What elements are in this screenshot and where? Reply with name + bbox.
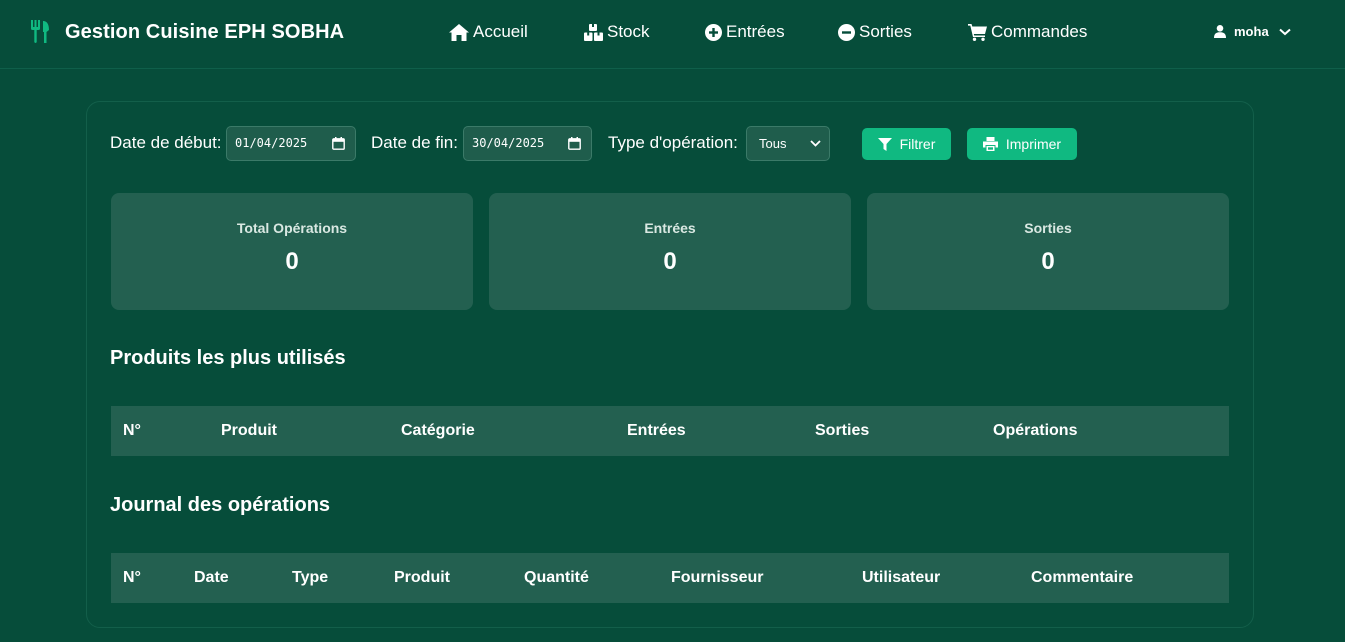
start-date-label: Date de début: xyxy=(110,133,222,152)
column-header[interactable]: Fournisseur xyxy=(671,569,763,587)
nav-commandes[interactable]: Commandes xyxy=(968,22,1087,42)
filter-button-label: Filtrer xyxy=(899,136,936,152)
column-header[interactable]: Catégorie xyxy=(401,422,475,440)
nav-accueil[interactable]: Accueil xyxy=(449,22,528,42)
end-date-value: 30/04/2025 xyxy=(472,136,545,150)
end-date-label: Date de fin: xyxy=(371,133,458,152)
stat-label: Sorties xyxy=(1024,220,1072,236)
operation-type-label: Type d'opération: xyxy=(608,133,738,152)
column-header[interactable]: Date xyxy=(194,569,229,587)
stat-label: Entrées xyxy=(644,220,696,236)
start-date-input[interactable]: 01/04/2025 xyxy=(226,126,356,161)
column-header[interactable]: Commentaire xyxy=(1031,569,1133,587)
column-header[interactable]: Opérations xyxy=(993,422,1077,440)
home-icon xyxy=(449,23,469,41)
stat-card-entrees: Entrées 0 xyxy=(489,193,851,310)
stat-value: 0 xyxy=(285,248,299,275)
nav-label: Commandes xyxy=(991,22,1088,41)
minus-circle-icon xyxy=(838,23,855,41)
stat-value: 0 xyxy=(1041,248,1055,275)
nav-stock[interactable]: Stock xyxy=(584,22,650,42)
user-menu[interactable]: moha xyxy=(1214,24,1291,39)
end-date-input[interactable]: 30/04/2025 xyxy=(463,126,592,161)
column-header[interactable]: N° xyxy=(123,569,141,587)
print-icon xyxy=(982,137,998,151)
nav-label: Sorties xyxy=(859,22,912,41)
nav-label: Stock xyxy=(607,22,650,41)
column-header[interactable]: Sorties xyxy=(815,422,869,440)
journal-title: Journal des opérations xyxy=(110,494,331,516)
column-header[interactable]: Produit xyxy=(394,569,450,587)
stat-label: Total Opérations xyxy=(236,220,348,236)
chevron-down-icon xyxy=(810,140,821,147)
boxes-icon xyxy=(584,23,603,41)
chevron-down-icon xyxy=(1279,28,1291,35)
column-header[interactable]: Type xyxy=(292,569,328,587)
user-name: moha xyxy=(1234,24,1269,39)
plus-circle-icon xyxy=(705,23,722,41)
operation-type-value: Tous xyxy=(759,136,787,151)
top-products-table-header: N° Produit Catégorie Entrées Sorties Opé… xyxy=(111,406,1229,456)
top-products-title: Produits les plus utilisés xyxy=(110,347,346,369)
column-header[interactable]: Quantité xyxy=(524,569,589,587)
user-icon xyxy=(1214,25,1226,38)
column-header[interactable]: Entrées xyxy=(627,422,686,440)
calendar-icon[interactable] xyxy=(568,137,581,150)
column-header[interactable]: Utilisateur xyxy=(862,569,940,587)
filter-button[interactable]: Filtrer xyxy=(862,128,951,160)
nav-label: Entrées xyxy=(726,22,785,41)
stat-card-total: Total Opérations 0 xyxy=(111,193,473,310)
print-button[interactable]: Imprimer xyxy=(967,128,1077,160)
column-header[interactable]: Produit xyxy=(221,422,277,440)
nav-label: Accueil xyxy=(473,22,528,41)
calendar-icon[interactable] xyxy=(332,137,345,150)
app-title: Gestion Cuisine EPH SOBHA xyxy=(65,20,345,43)
column-header[interactable]: N° xyxy=(123,422,141,440)
stat-value: 0 xyxy=(663,248,677,275)
nav-sorties[interactable]: Sorties xyxy=(838,22,912,42)
nav-entrees[interactable]: Entrées xyxy=(705,22,785,42)
operation-type-select[interactable]: Tous xyxy=(746,126,830,161)
stat-card-sorties: Sorties 0 xyxy=(867,193,1229,310)
print-button-label: Imprimer xyxy=(1005,136,1062,152)
utensils-icon xyxy=(30,20,50,44)
start-date-value: 01/04/2025 xyxy=(235,136,308,150)
top-navbar: Gestion Cuisine EPH SOBHA Accueil Stock xyxy=(0,0,1345,69)
filter-icon xyxy=(877,137,892,151)
cart-icon xyxy=(968,23,987,41)
journal-table-header: N° Date Type Produit Quantité Fournisseu… xyxy=(111,553,1229,603)
brand[interactable]: Gestion Cuisine EPH SOBHA xyxy=(30,20,344,44)
